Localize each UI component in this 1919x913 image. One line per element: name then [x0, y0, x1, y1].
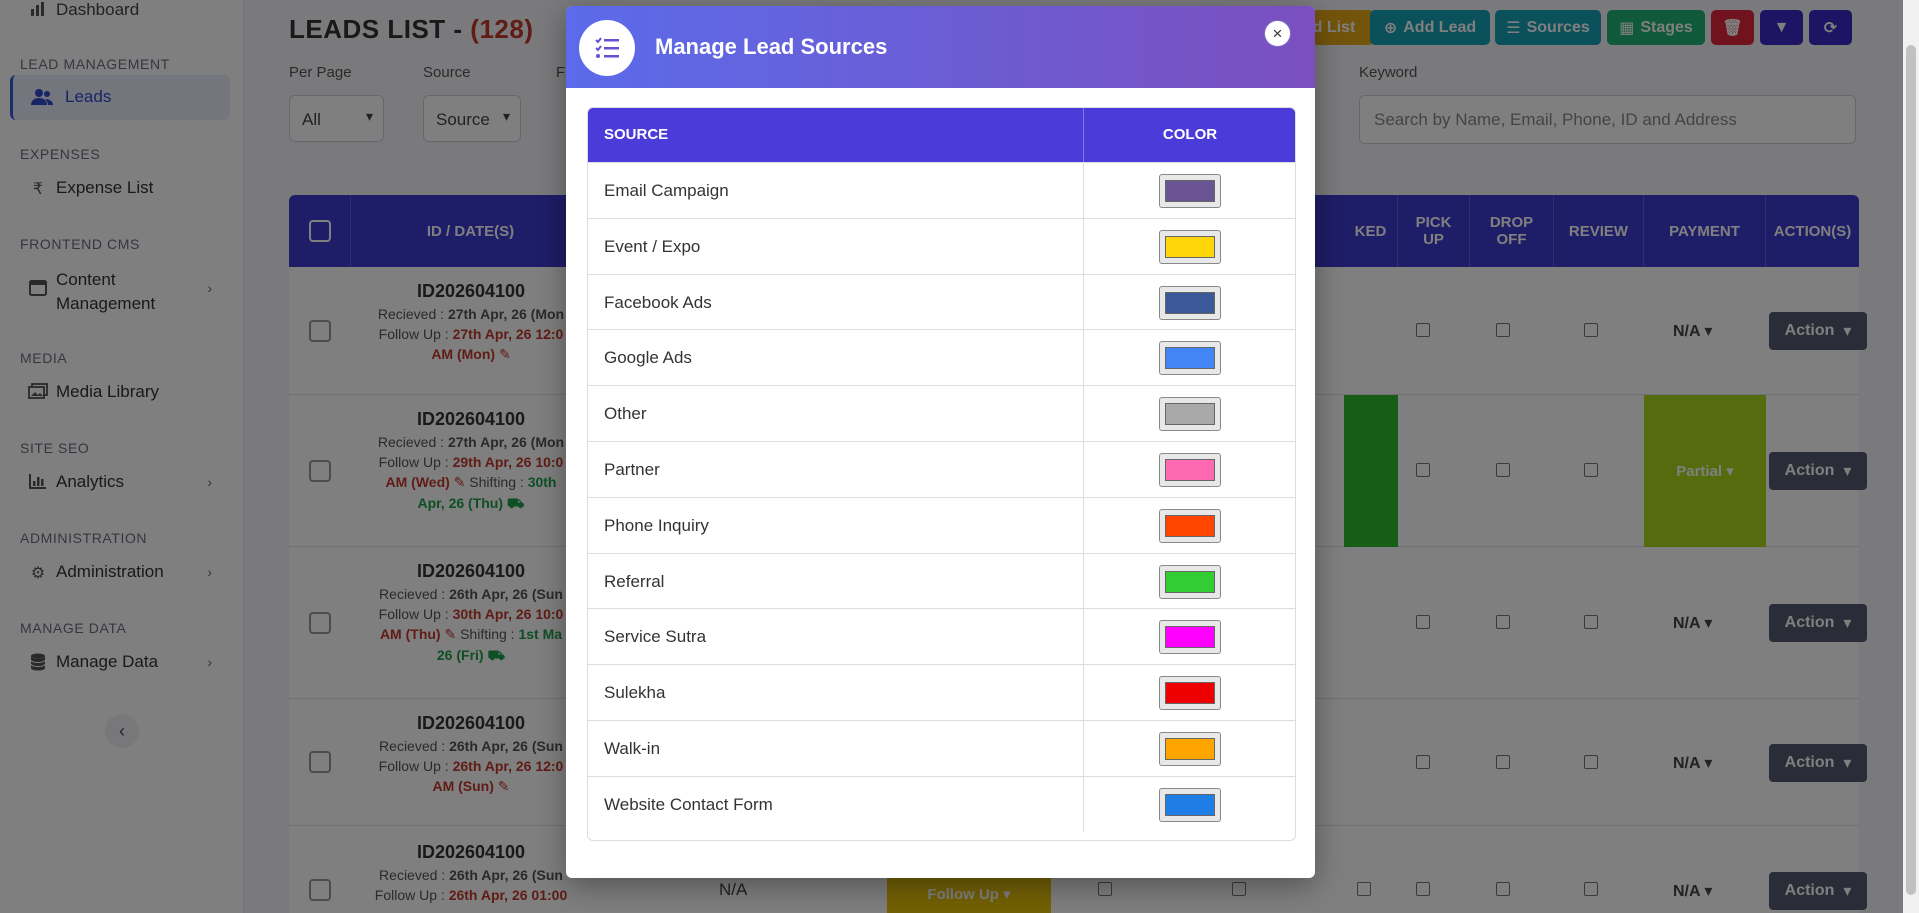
color-swatch [1165, 570, 1215, 593]
column-divider [1083, 720, 1084, 776]
color-picker[interactable] [1159, 341, 1221, 376]
source-name: Email Campaign [604, 181, 729, 200]
column-divider [1083, 553, 1084, 609]
column-divider [1083, 609, 1084, 665]
source-name: Partner [604, 459, 660, 479]
col-source: SOURCE [604, 126, 669, 143]
source-row: Event / Expo [588, 217, 1295, 274]
source-row: Walk-in [588, 719, 1295, 776]
color-picker[interactable] [1159, 397, 1221, 432]
color-picker[interactable] [1159, 676, 1221, 711]
source-row: Phone Inquiry [588, 496, 1295, 553]
color-picker[interactable] [1159, 508, 1221, 543]
color-swatch [1165, 626, 1215, 649]
color-swatch [1165, 682, 1215, 705]
table-footer-spacer [588, 832, 1295, 840]
color-swatch [1165, 180, 1215, 202]
color-swatch [1165, 793, 1215, 816]
source-row: Facebook Ads [588, 273, 1295, 330]
column-divider [1083, 776, 1084, 832]
column-divider [1083, 330, 1084, 386]
column-divider [1083, 386, 1084, 441]
close-button[interactable]: × [1264, 20, 1291, 47]
close-icon: × [1272, 23, 1283, 43]
color-picker[interactable] [1159, 564, 1221, 599]
scrollbar-thumb[interactable] [1906, 45, 1916, 895]
column-divider [1083, 274, 1084, 330]
source-name: Google Ads [604, 348, 692, 368]
color-swatch [1165, 403, 1215, 426]
source-row: Partner [588, 440, 1295, 497]
source-row: Service Sutra [588, 608, 1295, 665]
color-swatch [1165, 347, 1215, 370]
col-color: COLOR [1162, 126, 1218, 143]
color-picker[interactable] [1159, 787, 1221, 822]
sources-table-header: SOURCE COLOR [588, 108, 1295, 162]
color-picker[interactable] [1159, 620, 1221, 655]
column-divider [1083, 218, 1084, 274]
color-picker[interactable] [1159, 174, 1221, 208]
list-check-icon [579, 20, 635, 76]
column-divider [1083, 665, 1084, 720]
sources-table: SOURCE COLOR Email Campaign Event / Expo F… [587, 107, 1296, 841]
manage-lead-sources-modal: Manage Lead Sources × SOURCE COLOR Email… [566, 6, 1315, 878]
column-divider [1083, 163, 1084, 218]
source-row: Email Campaign [588, 162, 1295, 218]
modal-title: Manage Lead Sources [655, 34, 888, 59]
column-divider [1083, 441, 1084, 497]
color-swatch [1165, 458, 1215, 481]
color-picker[interactable] [1159, 229, 1221, 264]
color-picker[interactable] [1159, 285, 1221, 320]
color-picker[interactable] [1159, 731, 1221, 766]
column-divider [1083, 497, 1084, 553]
sources-table-body: Email Campaign Event / Expo Facebook Ads Go… [588, 162, 1295, 832]
color-swatch [1165, 514, 1215, 537]
modal-header: Manage Lead Sources × [566, 6, 1315, 88]
source-name: Service Sutra [604, 627, 707, 647]
color-swatch [1165, 235, 1215, 258]
source-name: Phone Inquiry [604, 515, 709, 535]
source-name: Event / Expo [604, 236, 701, 256]
source-name: Referral [604, 571, 665, 591]
source-row: Google Ads [588, 329, 1295, 386]
source-name: Walk-in [604, 738, 661, 758]
source-row: Other [588, 385, 1295, 441]
color-picker[interactable] [1159, 452, 1221, 487]
color-swatch [1165, 291, 1215, 314]
page-scrollbar[interactable] [1903, 0, 1919, 913]
source-name: Website Contact Form [604, 794, 773, 814]
source-row: Website Contact Form [588, 775, 1295, 832]
source-name: Other [604, 404, 647, 424]
source-row: Sulekha [588, 664, 1295, 720]
color-swatch [1165, 737, 1215, 760]
source-name: Sulekha [604, 683, 666, 703]
source-row: Referral [588, 552, 1295, 609]
source-name: Facebook Ads [604, 292, 712, 312]
